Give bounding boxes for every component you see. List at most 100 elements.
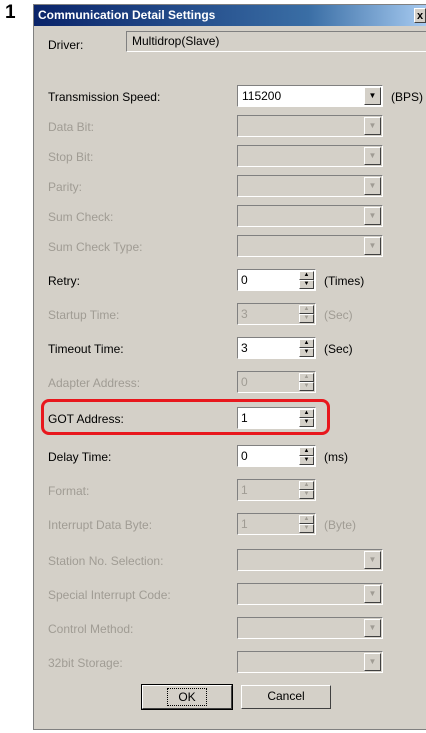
spin-up-icon: ▲ [299,515,314,524]
sum-check-row: Sum Check: ▼ [34,205,426,229]
stop-bit-select: ▼ [237,145,383,167]
spin-up-icon: ▲ [299,373,314,382]
interrupt-data-byte-row: Interrupt Data Byte: 1 ▲ ▼ (Byte) [34,513,426,537]
spin-down-icon[interactable]: ▼ [299,348,314,357]
transmission-speed-value: 115200 [242,89,282,103]
timeout-time-row: Timeout Time: 3 ▲ ▼ (Sec) [34,337,426,361]
interrupt-data-byte-unit: (Byte) [324,518,357,532]
timeout-time-value: 3 [241,341,248,355]
delay-time-spinner[interactable]: 0 ▲ ▼ [237,445,316,467]
timeout-time-spin-buttons: ▲ ▼ [299,339,314,357]
parity-label: Parity: [48,180,83,194]
retry-unit: (Times) [324,274,365,288]
stop-bit-row: Stop Bit: ▼ [34,145,426,169]
chevron-down-icon: ▼ [364,653,381,671]
transmission-speed-label: Transmission Speed: [48,90,161,104]
spin-down-icon[interactable]: ▼ [299,280,314,289]
startup-time-unit: (Sec) [324,308,353,322]
data-bit-row: Data Bit: ▼ [34,115,426,139]
station-no-selection-label: Station No. Selection: [48,554,164,568]
chevron-down-icon: ▼ [364,117,381,135]
chevron-down-icon[interactable]: ▼ [364,87,381,105]
interrupt-data-byte-spin-buttons: ▲ ▼ [299,515,314,533]
cancel-button[interactable]: Cancel [241,685,331,709]
transmission-speed-unit: (BPS) [391,90,424,104]
ok-button-label: OK [167,688,207,706]
format-spinner: 1 ▲ ▼ [237,479,316,501]
format-spin-buttons: ▲ ▼ [299,481,314,499]
spin-down-icon: ▼ [299,314,314,323]
sum-check-type-row: Sum Check Type: ▼ [34,235,426,259]
close-button[interactable]: x [414,8,426,23]
transmission-speed-select[interactable]: 115200 ▼ [237,85,383,107]
retry-spinner[interactable]: 0 ▲ ▼ [237,269,316,291]
sum-check-type-select: ▼ [237,235,383,257]
format-row: Format: 1 ▲ ▼ [34,479,426,503]
interrupt-data-byte-label: Interrupt Data Byte: [48,518,153,532]
communication-detail-settings-dialog: Communication Detail Settings x Driver: … [33,4,426,730]
chevron-down-icon: ▼ [364,551,381,569]
chevron-down-icon: ▼ [364,237,381,255]
delay-time-unit: (ms) [324,450,348,464]
chevron-down-icon: ▼ [364,147,381,165]
timeout-time-unit: (Sec) [324,342,353,356]
spin-down-icon[interactable]: ▼ [299,456,314,465]
spin-up-icon[interactable]: ▲ [299,339,314,348]
control-method-label: Control Method: [48,622,134,636]
storage-32bit-row: 32bit Storage: ▼ [34,651,426,675]
timeout-time-spinner[interactable]: 3 ▲ ▼ [237,337,316,359]
chevron-down-icon: ▼ [364,585,381,603]
step-number: 1 [5,2,16,23]
retry-row: Retry: 0 ▲ ▼ (Times) [34,269,426,293]
chevron-down-icon: ▼ [364,207,381,225]
station-no-selection-select: ▼ [237,549,383,571]
data-bit-select: ▼ [237,115,383,137]
delay-time-value: 0 [241,449,248,463]
special-interrupt-code-label: Special Interrupt Code: [48,588,171,602]
delay-time-label: Delay Time: [48,450,112,464]
special-interrupt-code-row: Special Interrupt Code: ▼ [34,583,426,607]
stop-bit-label: Stop Bit: [48,150,94,164]
chevron-down-icon: ▼ [364,619,381,637]
adapter-address-value: 0 [241,375,248,389]
parity-select: ▼ [237,175,383,197]
dialog-title: Communication Detail Settings [38,8,216,22]
storage-32bit-label: 32bit Storage: [48,656,123,670]
adapter-address-spin-buttons: ▲ ▼ [299,373,314,391]
ok-button[interactable]: OK [141,684,233,710]
adapter-address-spinner: 0 ▲ ▼ [237,371,316,393]
startup-time-spin-buttons: ▲ ▼ [299,305,314,323]
driver-label: Driver: [48,38,84,52]
startup-time-value: 3 [241,307,248,321]
interrupt-data-byte-value: 1 [241,517,248,531]
spin-down-icon: ▼ [299,382,314,391]
interrupt-data-byte-spinner: 1 ▲ ▼ [237,513,316,535]
retry-spin-buttons: ▲ ▼ [299,271,314,289]
adapter-address-row: Adapter Address: 0 ▲ ▼ [34,371,426,395]
chevron-down-icon: ▼ [364,177,381,195]
driver-value: Multidrop(Slave) [126,31,426,52]
sum-check-type-label: Sum Check Type: [48,240,143,254]
sum-check-label: Sum Check: [48,210,114,224]
dialog-title-bar: Communication Detail Settings x [34,5,426,26]
transmission-speed-row: Transmission Speed: 115200 ▼ (BPS) [34,85,426,109]
delay-time-spin-buttons: ▲ ▼ [299,447,314,465]
format-label: Format: [48,484,90,498]
startup-time-label: Startup Time: [48,308,120,322]
spin-up-icon[interactable]: ▲ [299,447,314,456]
spin-up-icon[interactable]: ▲ [299,271,314,280]
spin-up-icon: ▲ [299,481,314,490]
cancel-button-label: Cancel [267,689,305,703]
startup-time-spinner: 3 ▲ ▼ [237,303,316,325]
got-address-highlight [41,399,330,435]
delay-time-row: Delay Time: 0 ▲ ▼ (ms) [34,445,426,469]
spin-down-icon: ▼ [299,490,314,499]
data-bit-label: Data Bit: [48,120,95,134]
retry-label: Retry: [48,274,81,288]
spin-down-icon: ▼ [299,524,314,533]
station-no-selection-row: Station No. Selection: ▼ [34,549,426,573]
control-method-select: ▼ [237,617,383,639]
special-interrupt-code-select: ▼ [237,583,383,605]
sum-check-select: ▼ [237,205,383,227]
timeout-time-label: Timeout Time: [48,342,124,356]
